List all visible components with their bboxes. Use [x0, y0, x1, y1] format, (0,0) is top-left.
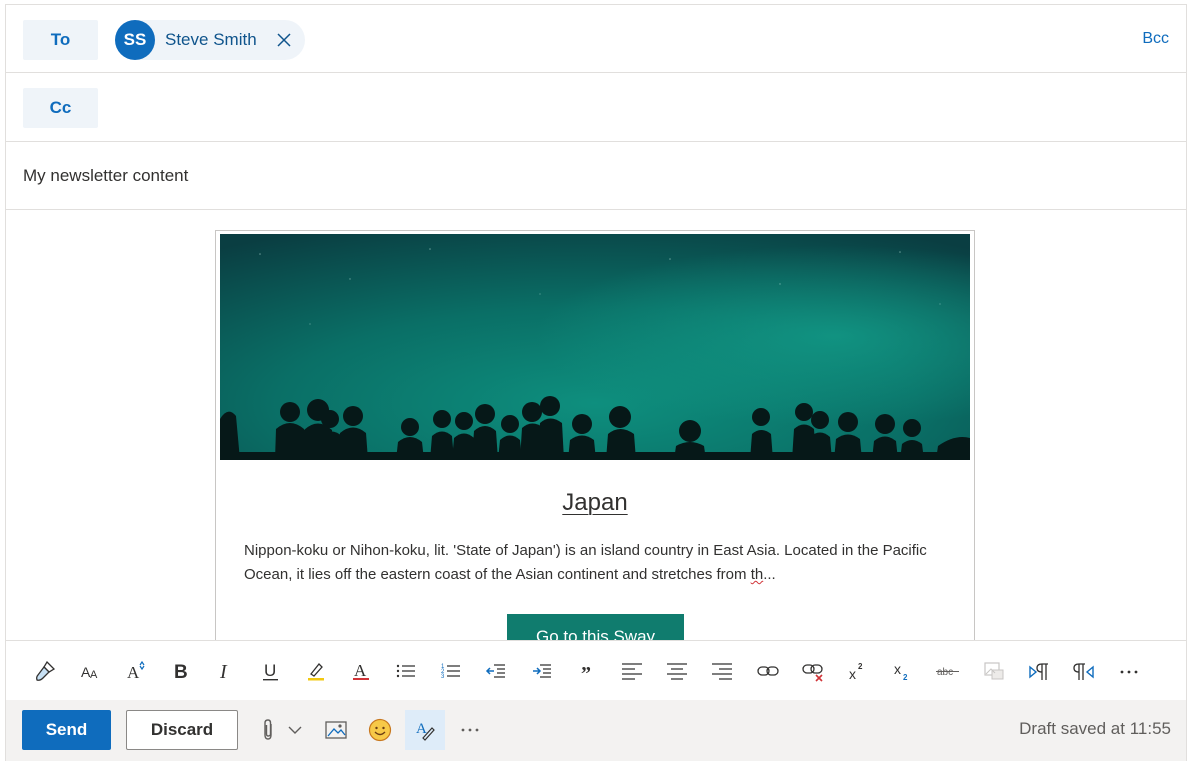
- svg-text:3: 3: [441, 674, 445, 680]
- description-ellipsis: ...: [763, 566, 776, 583]
- italic-icon[interactable]: I: [203, 651, 248, 691]
- svg-text:2: 2: [858, 662, 863, 671]
- draft-status: Draft saved at 11:55: [1019, 719, 1171, 738]
- svg-text:A: A: [127, 663, 140, 682]
- font-size-icon[interactable]: AA: [67, 651, 112, 691]
- svg-text:A: A: [90, 669, 98, 681]
- picture-icon[interactable]: [320, 710, 352, 750]
- bold-icon[interactable]: B: [158, 651, 203, 691]
- cc-button[interactable]: Cc: [23, 88, 98, 128]
- attach-icon[interactable]: [256, 710, 280, 750]
- compose-actions: Send Discard A Draft saved at 11:55: [6, 700, 1186, 761]
- close-icon[interactable]: [273, 29, 295, 51]
- decrease-indent-icon[interactable]: [474, 651, 519, 691]
- svg-text:B: B: [174, 662, 188, 682]
- rtl-icon[interactable]: [1061, 651, 1106, 691]
- align-right-icon[interactable]: [700, 651, 745, 691]
- to-row: To SS Steve Smith Bcc: [6, 5, 1186, 73]
- format-painter-icon[interactable]: [22, 651, 67, 691]
- insert-link-icon[interactable]: [745, 651, 790, 691]
- subscript-icon[interactable]: x2: [881, 651, 926, 691]
- ltr-icon[interactable]: [1016, 651, 1061, 691]
- formatting-toolbar: AA A B I U A 123 ” x2 x 2 abc: [6, 640, 1186, 700]
- hero-image: [220, 234, 970, 460]
- svg-text:x: x: [894, 661, 901, 677]
- numbering-icon[interactable]: 123: [429, 651, 474, 691]
- sway-card: Japan Nippon-koku or Nihon-koku, lit. 'S…: [215, 230, 975, 640]
- svg-text:2: 2: [903, 673, 908, 682]
- svg-text:”: ”: [581, 663, 591, 682]
- discard-button[interactable]: Discard: [126, 710, 238, 750]
- font-color-icon[interactable]: A: [338, 651, 383, 691]
- cc-row: Cc: [6, 73, 1186, 142]
- svg-text:U: U: [264, 661, 276, 680]
- chevron-down-icon[interactable]: [284, 710, 306, 750]
- spelling-flag[interactable]: th: [751, 566, 764, 583]
- description-text: Nippon-koku or Nihon-koku, lit. 'State o…: [244, 542, 927, 583]
- quote-icon[interactable]: ”: [564, 651, 609, 691]
- sway-title-link[interactable]: Japan: [216, 489, 974, 517]
- subject-input[interactable]: My newsletter content: [23, 166, 188, 186]
- recipient-name: Steve Smith: [165, 30, 257, 49]
- svg-text:abc: abc: [937, 667, 953, 678]
- svg-text:I: I: [219, 661, 228, 682]
- bullets-icon[interactable]: [384, 651, 429, 691]
- avatar: SS: [115, 20, 155, 60]
- superscript-icon[interactable]: x2: [835, 651, 880, 691]
- align-center-icon[interactable]: [655, 651, 700, 691]
- strikethrough-icon[interactable]: abc: [926, 651, 971, 691]
- formatting-toggle-icon[interactable]: A: [405, 710, 445, 750]
- svg-text:x: x: [849, 666, 856, 682]
- go-to-sway-button[interactable]: Go to this Sway: [507, 614, 684, 640]
- more-options-icon[interactable]: [456, 710, 484, 750]
- more-icon[interactable]: [1107, 651, 1152, 691]
- highlight-icon[interactable]: [293, 651, 338, 691]
- emoji-icon[interactable]: [364, 710, 396, 750]
- sway-description: Nippon-koku or Nihon-koku, lit. 'State o…: [244, 539, 944, 587]
- message-body[interactable]: Japan Nippon-koku or Nihon-koku, lit. 'S…: [6, 210, 1186, 640]
- subject-row[interactable]: My newsletter content: [6, 142, 1186, 210]
- text-effects-icon[interactable]: A: [112, 651, 157, 691]
- insert-image-disabled-icon: [971, 651, 1016, 691]
- remove-link-icon[interactable]: [790, 651, 835, 691]
- to-button[interactable]: To: [23, 20, 98, 60]
- increase-indent-icon[interactable]: [519, 651, 564, 691]
- recipient-chip[interactable]: SS Steve Smith: [115, 20, 305, 60]
- svg-text:A: A: [354, 661, 367, 680]
- underline-icon[interactable]: U: [248, 651, 293, 691]
- align-left-icon[interactable]: [609, 651, 654, 691]
- bcc-link[interactable]: Bcc: [1142, 30, 1169, 48]
- send-button[interactable]: Send: [22, 710, 111, 750]
